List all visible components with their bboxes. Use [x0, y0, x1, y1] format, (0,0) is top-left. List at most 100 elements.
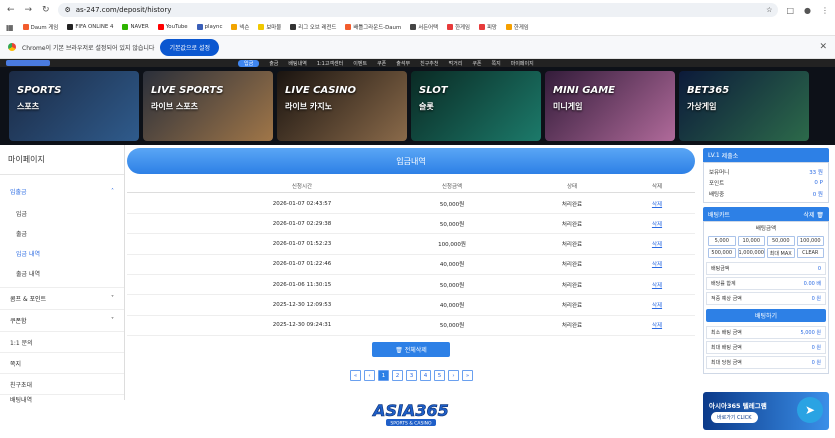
row-amount: 50,000원 [439, 323, 465, 330]
page-button[interactable]: 2 [392, 370, 403, 381]
menu-icon[interactable]: ⋮ [821, 6, 829, 15]
cart-delete-button[interactable]: 삭제 🗑 [803, 210, 824, 219]
col-amount: 신청금액 [441, 183, 463, 190]
banner-live-casino[interactable]: LIVE CASINO 라이브 카지노 [277, 71, 407, 141]
bookmark-item[interactable]: FIFA ONLINE 4 [67, 24, 113, 30]
row-delete-link[interactable]: 삭제 [632, 220, 682, 228]
row-delete-link[interactable]: 삭제 [632, 200, 682, 208]
extensions-icon[interactable]: □ [786, 6, 794, 15]
bookmark-item[interactable]: Daum 게임 [22, 23, 58, 31]
banner-mini-game[interactable]: MINI GAME 미니게임 [545, 71, 675, 141]
banner-title: SLOT [419, 85, 448, 96]
nav-item[interactable]: 이벤트 [353, 60, 367, 67]
amount-chip-button[interactable]: CLEAR [796, 248, 824, 258]
amount-chip-button[interactable]: 10,000 [737, 236, 765, 246]
row-delete-link[interactable]: 삭제 [632, 281, 682, 289]
row-status: 처리완료 [561, 282, 583, 289]
amount-chip-button[interactable]: 5,000 [708, 236, 736, 246]
page-button[interactable]: ‹ [364, 370, 375, 381]
bookmark-item[interactable]: plaync [196, 24, 222, 30]
sidebar-item-message[interactable]: 쪽지 [0, 352, 124, 373]
row-delete-link[interactable]: 삭제 [632, 301, 682, 309]
forward-icon[interactable]: → [23, 5, 32, 15]
amount-chip-button[interactable]: 1,000,000 [737, 248, 765, 258]
bookmark-item[interactable]: 서든어택 [410, 23, 438, 31]
nav-item[interactable]: 쪽지 [492, 60, 501, 67]
banner-slot[interactable]: SLOT 슬롯 [411, 71, 541, 141]
amount-chip-button[interactable]: 100,000 [796, 236, 824, 246]
sidebar-sub-withdraw-history[interactable]: 출금 내역 [0, 263, 124, 283]
delete-all-button[interactable]: 🗑 전체삭제 [372, 342, 450, 357]
sidebar-section-deposit[interactable]: 입출금 ˄ [0, 179, 124, 203]
sidebar: 마이페이지 입출금 ˄ 입금 출금 입금 내역 출금 내역 콤프 & 포인트 ˅… [0, 145, 125, 404]
telegram-banner[interactable]: 아시아365 텔레그램 바로가기 CLICK ➤ [703, 392, 829, 430]
site-info-icon[interactable]: ⚙ [64, 6, 70, 14]
page-button[interactable]: « [350, 370, 361, 381]
page-button[interactable]: 5 [434, 370, 445, 381]
set-default-button[interactable]: 기본값으로 설정 [160, 38, 219, 56]
site-logo[interactable] [6, 60, 50, 66]
banner-sports[interactable]: SPORTS 스포츠 [9, 71, 139, 141]
nav-item[interactable]: 배팅내역 [288, 60, 306, 67]
place-bet-button[interactable]: 배팅하기 [706, 309, 826, 322]
section-label: 콤프 & 포인트 [10, 296, 47, 303]
sidebar-section-coupon[interactable]: 쿠폰함 ˅ [0, 309, 124, 331]
row-delete-link[interactable]: 삭제 [632, 260, 682, 268]
sidebar-sub-withdraw[interactable]: 출금 [0, 223, 124, 243]
nav-item[interactable]: 쿠폰 [472, 60, 481, 67]
telegram-button[interactable]: 바로가기 CLICK [711, 412, 758, 423]
col-delete: 삭제 [651, 183, 663, 190]
row-amount: 50,000원 [439, 282, 465, 289]
bookmark-item[interactable]: YouTube [157, 24, 188, 30]
sidebar-item-inquiry[interactable]: 1:1 문의 [0, 331, 124, 352]
close-icon[interactable]: ✕ [819, 42, 827, 52]
back-icon[interactable]: ← [6, 5, 15, 15]
bet-amount-value[interactable]: 0 [818, 266, 821, 272]
amount-chip-button[interactable]: 500,000 [708, 248, 736, 258]
sidebar-item-bet-history[interactable]: 배팅내역 [0, 394, 124, 404]
table-row: 2026-01-07 01:52:23 100,000원 처리완료 삭제 [127, 235, 695, 255]
banner-live-sports[interactable]: LIVE SPORTS 라이브 스포츠 [143, 71, 273, 141]
bookmark-label: 리그 오브 레전드 [298, 25, 337, 31]
bookmark-item[interactable]: 피망 [478, 23, 497, 31]
page-button[interactable]: » [462, 370, 473, 381]
sidebar-item-invite[interactable]: 친구초대 [0, 373, 124, 394]
bookmark-item[interactable]: 리그 오브 레전드 [290, 23, 336, 31]
amount-chip-button[interactable]: 50,000 [767, 236, 795, 246]
profile-icon[interactable]: ● [804, 6, 811, 15]
row-delete-link[interactable]: 삭제 [632, 240, 682, 248]
page-button[interactable]: 1 [378, 370, 389, 381]
reload-icon[interactable]: ↻ [41, 5, 50, 15]
nav-item[interactable]: 친구추천 [420, 60, 438, 67]
amount-chip-button[interactable]: 최대 MAX [767, 248, 795, 258]
bookmark-label: YouTube [165, 24, 188, 30]
bookmark-item[interactable]: 한게임 [447, 23, 470, 31]
bookmark-star-icon[interactable]: ☆ [766, 6, 772, 14]
nav-item[interactable]: 마이페이지 [511, 60, 534, 67]
row-delete-link[interactable]: 삭제 [632, 321, 682, 329]
nav-item[interactable]: 1:1고객센터 [317, 60, 343, 67]
sidebar-section-points[interactable]: 콤프 & 포인트 ˅ [0, 287, 124, 309]
page-button[interactable]: 3 [406, 370, 417, 381]
page-button[interactable]: › [448, 370, 459, 381]
nav-item[interactable]: 입금 [238, 59, 260, 67]
bookmark-item[interactable]: 보마물 [258, 23, 281, 31]
nav-item[interactable]: 먹거리 [449, 60, 463, 67]
nav-item[interactable]: 쿠폰 [377, 60, 386, 67]
nav-item[interactable]: 출금 [269, 60, 278, 67]
banner-bet365[interactable]: BET365 가상게임 [679, 71, 809, 141]
nav-item[interactable]: 출석부 [396, 60, 410, 67]
bookmark-favicon-icon [290, 24, 297, 30]
sidebar-sub-deposit[interactable]: 입금 [0, 203, 124, 223]
section-label: 쿠폰함 [10, 318, 27, 325]
bookmark-item[interactable]: 한게임 [505, 23, 529, 31]
apps-icon[interactable]: ▦ [6, 23, 14, 32]
chrome-icon [8, 43, 16, 51]
bookmark-item[interactable]: 넥슨 [231, 23, 249, 31]
sidebar-sub-deposit-history[interactable]: 입금 내역 [0, 243, 124, 263]
bookmark-item[interactable]: 배틀그라운드-Daum [345, 23, 401, 31]
row-status: 처리완료 [561, 221, 583, 228]
address-bar[interactable]: ⚙ as-247.com/deposit/history ☆ [58, 3, 779, 17]
page-button[interactable]: 4 [420, 370, 431, 381]
bookmark-item[interactable]: NAVER [122, 24, 149, 30]
